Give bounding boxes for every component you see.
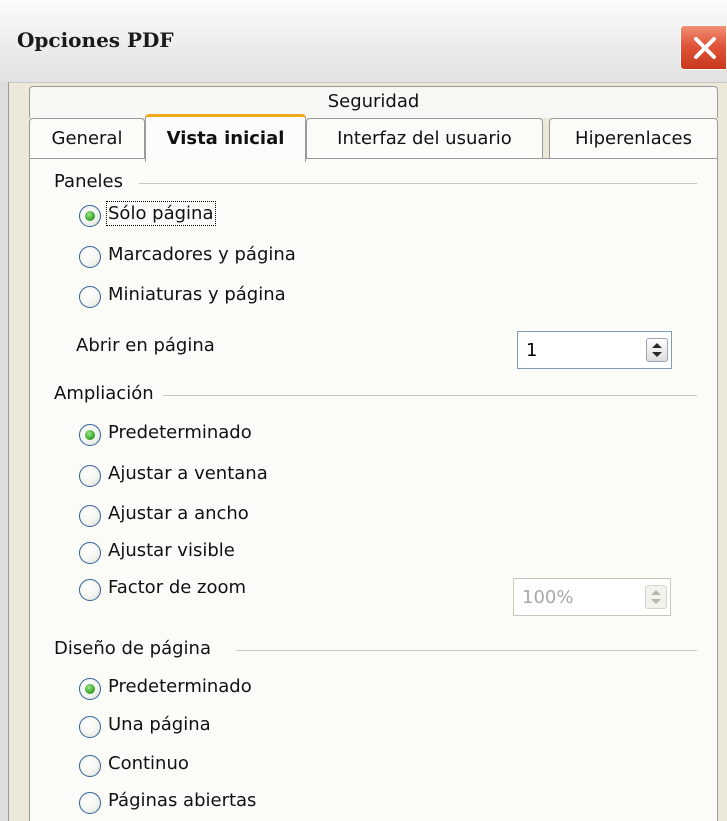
spin-arrows-icon [651, 590, 661, 604]
radio-button[interactable] [79, 542, 101, 564]
radio-label: Marcadores y página [108, 244, 296, 265]
open-page-label: Abrir en página [76, 335, 215, 356]
section-divider [236, 650, 697, 651]
open-page-value: 1 [526, 340, 538, 361]
tab-vista-inicial[interactable]: Vista inicial [145, 114, 306, 162]
radio-button[interactable] [79, 716, 101, 738]
radio-label: Sólo página [106, 201, 216, 226]
radio-label: Continuo [108, 753, 189, 774]
section-title-diseno-de-pagina: Diseño de página [54, 638, 211, 659]
radio-button[interactable] [79, 246, 101, 268]
radio-label: Factor de zoom [108, 577, 247, 598]
spin-button[interactable] [646, 338, 668, 362]
radio-button[interactable] [79, 579, 101, 601]
section-title-paneles: Paneles [54, 171, 124, 192]
section-divider [139, 183, 697, 184]
radio-button[interactable] [79, 755, 101, 777]
tab-general[interactable]: General [29, 118, 145, 158]
tab-seguridad[interactable]: Seguridad [29, 86, 718, 118]
radio-label: Páginas abiertas [108, 790, 257, 811]
title-bar[interactable]: Opciones PDF [0, 0, 727, 83]
radio-button[interactable] [79, 678, 101, 700]
spin-button[interactable] [645, 585, 667, 609]
window-frame [0, 82, 9, 821]
section-divider [163, 395, 697, 396]
radio-button[interactable] [79, 505, 101, 527]
section-title-ampliacion: Ampliación [54, 383, 154, 404]
radio-button[interactable] [79, 792, 101, 814]
pdf-options-dialog: Opciones PDF Seguridad General Vista ini… [0, 0, 727, 821]
radio-button[interactable] [79, 465, 101, 487]
radio-label: Predeterminado [108, 422, 252, 443]
tab-hiperenlaces[interactable]: Hiperenlaces [549, 118, 718, 158]
radio-label: Una página [108, 714, 211, 735]
close-button[interactable] [680, 25, 727, 70]
radio-button[interactable] [79, 205, 101, 227]
radio-label: Ajustar a ancho [108, 503, 249, 524]
open-page-spinbox[interactable]: 1 [517, 331, 672, 369]
radio-button[interactable] [79, 424, 101, 446]
radio-label: Ajustar a ventana [108, 463, 268, 484]
zoom-factor-value: 100% [522, 587, 574, 608]
radio-label: Ajustar visible [108, 540, 235, 561]
tab-interfaz-usuario[interactable]: Interfaz del usuario [306, 118, 543, 158]
zoom-factor-spinbox[interactable]: 100% [513, 578, 671, 616]
radio-label: Predeterminado [108, 676, 252, 697]
window-title: Opciones PDF [17, 28, 174, 52]
close-icon [694, 37, 716, 59]
spin-arrows-icon [652, 343, 662, 357]
radio-button[interactable] [79, 286, 101, 308]
radio-label: Miniaturas y página [108, 284, 286, 305]
